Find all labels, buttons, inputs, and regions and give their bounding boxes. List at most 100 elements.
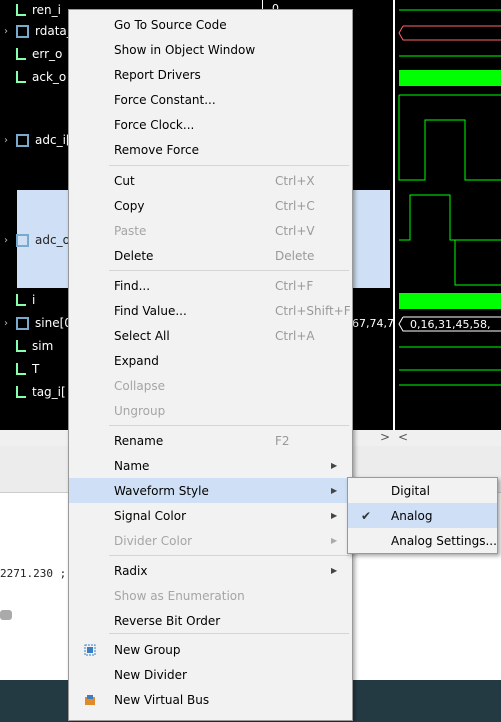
menu-item-ungroup: Ungroup <box>69 398 352 423</box>
waveform-traces <box>398 9 501 386</box>
menu-item-remove-force[interactable]: Remove Force <box>69 137 352 162</box>
menu-item-label: Show as Enumeration <box>114 588 245 603</box>
menu-separator <box>109 555 349 556</box>
signal-name: sim <box>32 339 54 353</box>
menu-item-label: Divider Color <box>114 533 193 548</box>
submenu-item-label: Analog <box>391 508 433 523</box>
menu-item-label: Waveform Style <box>114 483 209 498</box>
menu-item-report-drivers[interactable]: Report Drivers <box>69 62 352 87</box>
menu-item-label: Remove Force <box>114 142 199 157</box>
menu-item-force-constant[interactable]: Force Constant... <box>69 87 352 112</box>
menu-item-label: Copy <box>114 198 145 213</box>
menu-item-label: Collapse <box>114 378 165 393</box>
menu-item-new-divider[interactable]: New Divider <box>69 662 352 687</box>
submenu-item-label: Analog Settings... <box>391 533 497 548</box>
signal-icon <box>16 386 26 398</box>
context-menu: Go To Source Code Show in Object Window Re… <box>68 9 353 721</box>
menu-item-label: Name <box>114 458 150 473</box>
signal-name: adc_i[ <box>35 133 71 147</box>
menu-item-shortcut: Ctrl+Shift+F <box>275 303 351 318</box>
submenu-arrow-icon: ▶ <box>331 536 338 545</box>
menu-item-cut[interactable]: Cut Ctrl+X <box>69 168 352 193</box>
submenu-item-digital[interactable]: Digital <box>348 478 497 503</box>
expand-chevron-icon[interactable]: › <box>0 235 12 246</box>
expand-chevron-icon[interactable]: › <box>0 26 12 37</box>
menu-item-label: New Divider <box>114 667 187 682</box>
signal-row[interactable]: › adc_o <box>0 230 70 250</box>
submenu-arrow-icon: ▶ <box>331 511 338 520</box>
menu-item-find-value[interactable]: Find Value... Ctrl+Shift+F <box>69 298 352 323</box>
scroll-right-icon[interactable]: > <box>380 430 390 444</box>
signal-row[interactable]: tag_i[ <box>0 382 66 402</box>
signal-icon <box>16 294 26 306</box>
signal-row[interactable]: › rdata_ <box>0 21 73 41</box>
menu-item-show-as-enumeration: Show as Enumeration <box>69 583 352 608</box>
menu-item-new-group[interactable]: New Group <box>69 637 352 662</box>
menu-item-label: Paste <box>114 223 147 238</box>
signal-row[interactable]: T <box>0 359 39 379</box>
console-scrollbar-thumb[interactable] <box>0 610 12 620</box>
menu-item-label: Report Drivers <box>114 67 201 82</box>
signal-row[interactable]: err_o <box>0 44 62 64</box>
bus-signal-icon <box>16 133 29 147</box>
submenu-item-label: Digital <box>391 483 430 498</box>
menu-item-waveform-style[interactable]: Waveform Style ▶ <box>69 478 352 503</box>
menu-separator <box>109 270 349 271</box>
adc-o-trace <box>399 194 501 241</box>
menu-item-delete[interactable]: Delete Delete <box>69 243 352 268</box>
menu-item-reverse-bit-order[interactable]: Reverse Bit Order <box>69 608 352 633</box>
menu-item-shortcut: Ctrl+F <box>275 278 314 293</box>
menu-item-select-all[interactable]: Select All Ctrl+A <box>69 323 352 348</box>
signal-row[interactable]: › adc_i[ <box>0 130 71 150</box>
menu-item-label: Reverse Bit Order <box>114 613 221 628</box>
signal-row[interactable]: ren_i <box>0 0 61 20</box>
signal-name: T <box>32 362 40 376</box>
submenu-item-analog-settings[interactable]: Analog Settings... <box>348 528 497 553</box>
signal-row[interactable]: i <box>0 290 35 310</box>
menu-item-find[interactable]: Find... Ctrl+F <box>69 273 352 298</box>
menu-item-copy[interactable]: Copy Ctrl+C <box>69 193 352 218</box>
menu-item-force-clock[interactable]: Force Clock... <box>69 112 352 137</box>
i-trace <box>399 293 501 309</box>
menu-item-shortcut: F2 <box>275 433 290 448</box>
scroll-left-icon[interactable]: < <box>398 430 408 444</box>
checkmark-icon: ✔ <box>361 508 372 523</box>
menu-item-radix[interactable]: Radix ▶ <box>69 558 352 583</box>
menu-separator <box>109 633 349 634</box>
expand-chevron-icon[interactable]: › <box>0 135 12 146</box>
menu-item-label: Ungroup <box>114 403 166 418</box>
menu-item-expand[interactable]: Expand <box>69 348 352 373</box>
menu-item-collapse: Collapse <box>69 373 352 398</box>
adc-i-trace <box>398 94 501 181</box>
expand-chevron-icon[interactable]: › <box>0 318 12 329</box>
menu-item-label: Expand <box>114 353 159 368</box>
menu-item-shortcut: Ctrl+C <box>275 198 315 213</box>
signal-name: adc_o <box>35 233 70 247</box>
signal-row[interactable]: sim <box>0 336 53 356</box>
menu-item-shortcut: Ctrl+V <box>275 223 315 238</box>
menu-item-label: Force Constant... <box>114 92 216 107</box>
signal-name: ren_i <box>32 3 61 17</box>
menu-item-rename[interactable]: Rename F2 <box>69 428 352 453</box>
bus-signal-icon <box>16 316 29 330</box>
menu-item-show-in-object-window[interactable]: Show in Object Window <box>69 37 352 62</box>
menu-item-signal-color[interactable]: Signal Color ▶ <box>69 503 352 528</box>
submenu-arrow-icon: ▶ <box>331 566 338 575</box>
menu-item-label: Force Clock... <box>114 117 195 132</box>
menu-item-new-virtual-bus[interactable]: New Virtual Bus <box>69 687 352 712</box>
menu-item-name[interactable]: Name ▶ <box>69 453 352 478</box>
signal-icon <box>16 48 26 60</box>
submenu-item-analog[interactable]: ✔ Analog <box>348 503 497 528</box>
signal-row[interactable]: › sine[0 <box>0 313 72 333</box>
menu-item-shortcut: Delete <box>275 248 315 263</box>
waveform-style-submenu: Digital ✔ Analog Analog Settings... <box>347 477 498 554</box>
signal-name: i <box>32 293 36 307</box>
menu-item-go-to-source-code[interactable]: Go To Source Code <box>69 12 352 37</box>
menu-item-label: Find Value... <box>114 303 187 318</box>
rdata-trace <box>398 25 501 41</box>
signal-row[interactable]: ack_o <box>0 67 66 87</box>
sine-value: 67,74,7 <box>352 317 394 330</box>
signal-icon <box>16 363 26 375</box>
menu-item-shortcut: Ctrl+A <box>275 328 315 343</box>
menu-item-label: Select All <box>114 328 170 343</box>
